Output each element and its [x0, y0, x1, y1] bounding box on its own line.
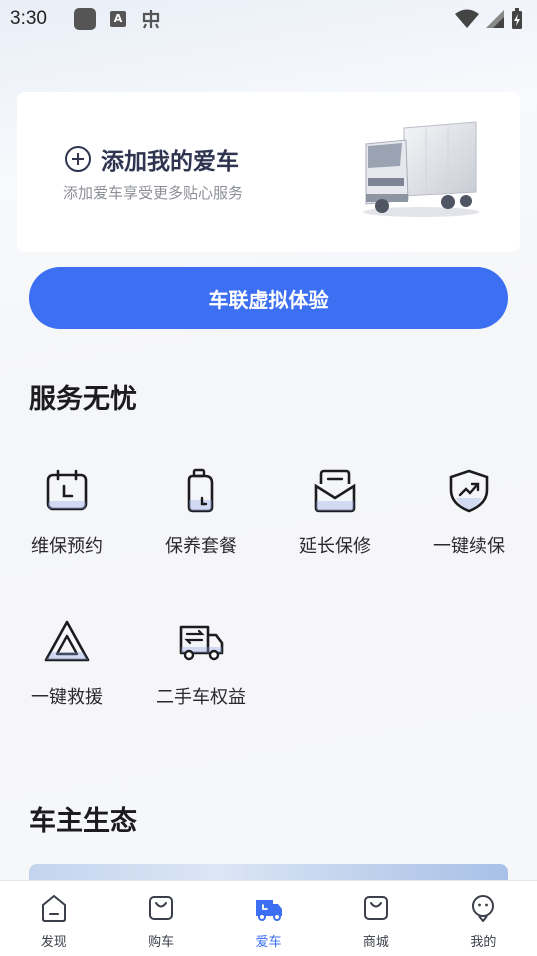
service-one-click-rescue[interactable]: 一键救援	[2, 619, 132, 709]
service-one-click-renewal[interactable]: 一键续保	[404, 468, 534, 558]
service-maintenance-package[interactable]: 保养套餐	[136, 468, 266, 558]
exchange-truck-icon	[179, 625, 224, 661]
calendar-icon	[46, 469, 88, 511]
ecology-title: 车主生态	[29, 806, 137, 837]
service-label: 延长保修	[299, 536, 371, 557]
truck-image	[363, 121, 479, 217]
tab-mall[interactable]: 商城	[322, 881, 429, 956]
signal-icon	[486, 10, 504, 28]
add-car-card[interactable]: 添加我的爱车 添加爱车享受更多贴心服务	[17, 92, 520, 252]
service-used-car-rights[interactable]: 二手车权益	[136, 619, 266, 709]
service-maintenance-booking[interactable]: 维保预约	[2, 468, 132, 558]
mail-box-icon	[314, 469, 356, 513]
add-circle-icon	[65, 146, 91, 172]
status-time: 3:30	[10, 8, 47, 29]
tab-label: 发现	[40, 935, 67, 950]
warning-triangle-icon	[44, 620, 90, 662]
service-label: 一键救援	[31, 687, 103, 708]
add-car-row[interactable]: 添加我的爱车	[65, 142, 239, 176]
add-car-title: 添加我的爱车	[101, 149, 239, 175]
service-label: 维保预约	[31, 536, 103, 557]
virtual-experience-button[interactable]: 车联虚拟体验	[29, 267, 508, 329]
tab-profile[interactable]: 我的	[430, 881, 537, 956]
shield-trend-icon	[449, 469, 489, 513]
wifi-icon	[455, 9, 479, 28]
tab-buy-car[interactable]: 购车	[107, 881, 214, 956]
tab-my-car[interactable]: 爱车	[215, 881, 322, 956]
store-icon	[363, 896, 388, 920]
truck-icon	[255, 900, 282, 921]
status-bar: 3:30 A	[0, 0, 537, 38]
bottom-tab-bar: 发现 购车 爱车 商城 我的	[0, 880, 537, 956]
battery-icon	[512, 8, 522, 29]
profile-icon	[472, 895, 495, 922]
services-title: 服务无忧	[29, 384, 137, 415]
oil-can-icon	[187, 468, 214, 513]
tab-label: 购车	[148, 935, 175, 950]
bag-icon	[149, 896, 174, 920]
tab-label: 商城	[362, 935, 389, 950]
service-label: 保养套餐	[165, 536, 237, 557]
add-car-subtitle: 添加爱车享受更多贴心服务	[63, 184, 244, 202]
service-extended-warranty[interactable]: 延长保修	[270, 468, 400, 558]
tab-label: 爱车	[255, 935, 282, 950]
tab-label: 我的	[470, 935, 497, 950]
square-icon	[74, 8, 96, 30]
discover-icon	[41, 894, 66, 922]
service-label: 二手车权益	[156, 687, 246, 708]
tab-discover[interactable]: 发现	[0, 881, 107, 956]
a-icon: A	[110, 11, 126, 27]
bug-icon	[142, 10, 160, 29]
service-label: 一键续保	[433, 536, 505, 557]
